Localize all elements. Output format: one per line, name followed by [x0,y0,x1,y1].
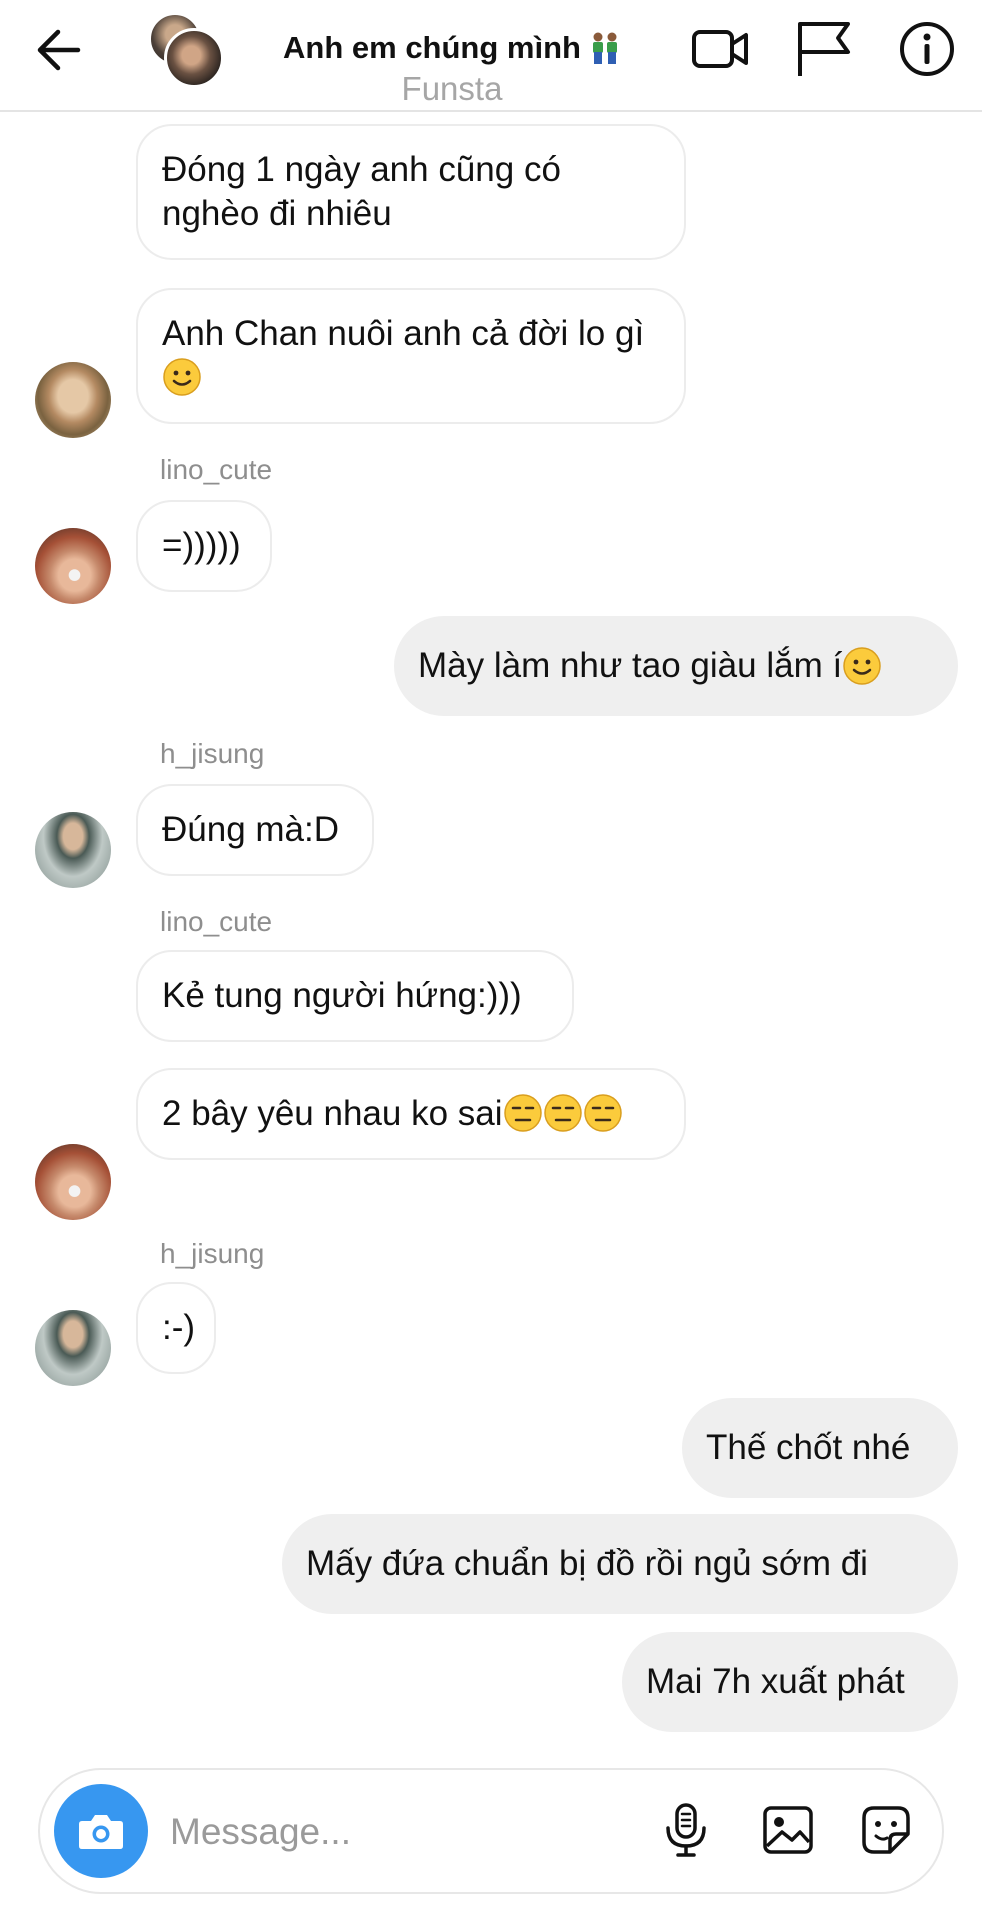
expressionless-emoji-icon [543,1094,582,1132]
message-input[interactable] [170,1800,550,1864]
slight-smile-emoji-icon [163,358,201,396]
message-bubble-outgoing[interactable]: Mai 7h xuất phát [622,1632,958,1732]
chat-title-area[interactable]: Anh em chúng mình Funsta [262,30,642,110]
avatar[interactable] [35,1310,111,1386]
avatar[interactable] [35,812,111,888]
expressionless-emoji-icon [503,1094,542,1132]
message-bubble-outgoing[interactable]: Thế chốt nhé [682,1398,958,1498]
two-men-emoji-icon [592,32,617,64]
message-bubble-incoming[interactable]: 2 bây yêu nhau ko sai [136,1068,686,1160]
expressionless-emoji-icon [583,1094,622,1132]
message-composer [38,1768,944,1894]
message-bubble-incoming[interactable]: =))))) [136,500,272,592]
message-bubble-incoming[interactable]: Kẻ tung người hứng:))) [136,950,574,1042]
message-bubble-incoming[interactable]: Anh Chan nuôi anh cả đời lo gì [136,288,686,424]
chat-header: Anh em chúng mình Funsta [0,0,982,112]
flag-icon[interactable] [792,18,854,80]
message-bubble-incoming[interactable]: :-) [136,1282,216,1374]
group-avatar[interactable] [148,12,224,88]
sticker-icon[interactable] [856,1800,916,1860]
sender-name: h_jisung [160,738,265,769]
sender-name: lino_cute [160,454,273,485]
chat-title: Anh em chúng mình [283,30,621,66]
microphone-icon[interactable] [656,1800,716,1860]
avatar[interactable] [35,1144,111,1220]
avatar[interactable] [35,362,111,438]
message-bubble-outgoing[interactable]: Mấy đứa chuẩn bị đồ rồi ngủ sớm đi [282,1514,958,1614]
avatar[interactable] [35,528,111,604]
arrow-left-icon[interactable] [34,26,86,74]
gallery-icon[interactable] [758,1800,818,1860]
video-call-icon[interactable] [690,18,752,80]
sender-name: h_jisung [160,1238,265,1269]
message-bubble-incoming[interactable]: Đóng 1 ngày anh cũng có nghèo đi nhiêu [136,124,686,260]
member-avatar [164,28,224,88]
camera-button[interactable] [54,1784,148,1878]
message-bubble-outgoing[interactable]: Mày làm như tao giàu lắm í [394,616,958,716]
sender-name: lino_cute [160,906,273,937]
info-icon[interactable] [896,18,958,80]
chat-subtitle: Funsta [401,70,503,107]
slight-smile-emoji-icon [843,647,881,685]
camera-icon [79,1815,123,1849]
message-bubble-incoming[interactable]: Đúng mà:D [136,784,374,876]
